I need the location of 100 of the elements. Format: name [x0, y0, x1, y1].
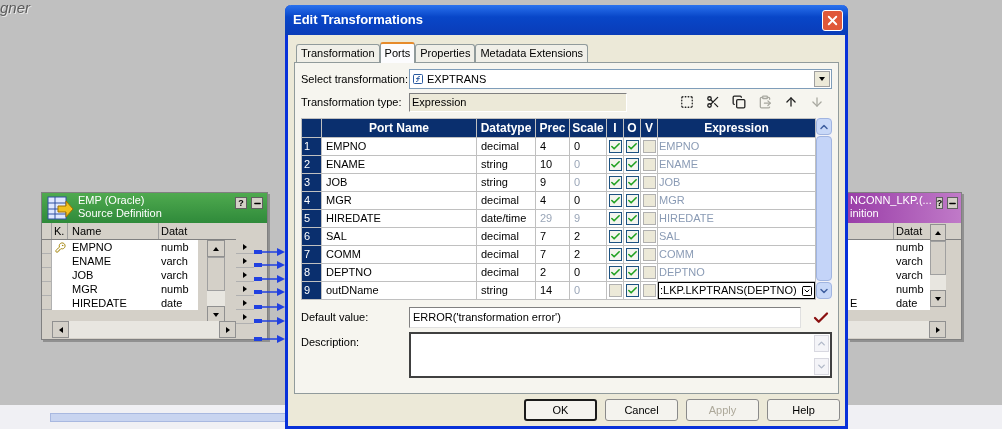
checkbox[interactable] [625, 230, 639, 243]
check-icon [626, 195, 638, 206]
check-icon [609, 141, 621, 152]
check-icon [626, 213, 638, 224]
check-icon [626, 285, 638, 296]
check-icon [609, 159, 621, 170]
column-header[interactable]: Port Name [321, 118, 477, 138]
tab[interactable]: Properties [415, 44, 476, 62]
port-datatype: numb [159, 282, 198, 296]
column-header[interactable]: Datatype [476, 118, 536, 138]
checkbox[interactable] [642, 284, 656, 297]
checkbox[interactable] [625, 194, 639, 207]
link-arrow [254, 275, 285, 283]
port-name: HIREDATE [68, 296, 159, 310]
dialog-button[interactable]: Help [767, 399, 840, 421]
node-title: EMP (Oracle) [78, 194, 146, 207]
column-header[interactable]: Prec [535, 118, 570, 138]
dropdown-arrow-icon [818, 75, 826, 83]
vertical-scrollbar[interactable] [816, 118, 832, 299]
node-subtitle: inition [850, 207, 880, 220]
node-title: NCONN_LKP.(... [850, 194, 932, 207]
description-field[interactable] [408, 332, 832, 378]
column-header[interactable]: K. [52, 223, 68, 239]
checkbox[interactable] [608, 284, 622, 297]
checkbox[interactable] [625, 212, 639, 225]
vertical-scrollbar[interactable] [207, 240, 225, 323]
checkbox[interactable] [608, 194, 622, 207]
port-name: MGR [68, 282, 159, 296]
checkbox[interactable] [608, 266, 622, 279]
link-arrow [254, 288, 285, 296]
tab[interactable]: Metadata Extensions [475, 44, 589, 62]
checkbox[interactable] [642, 266, 656, 279]
checkbox[interactable] [608, 230, 622, 243]
checkbox[interactable] [642, 248, 656, 261]
target-node[interactable]: NCONN_LKP.(... inition ? Datat numb varch varch numb E date [848, 192, 962, 340]
expression-text: COMM [658, 248, 695, 261]
checkbox[interactable] [608, 158, 622, 171]
checkbox[interactable] [608, 248, 622, 261]
checkbox[interactable] [625, 176, 639, 189]
transformation-select[interactable]: EXPTRANS [409, 69, 832, 89]
expression-field[interactable]: :LKP.LKPTRANS(DEPTNO) [658, 282, 815, 299]
checkbox[interactable] [642, 158, 656, 171]
checkbox[interactable] [642, 194, 656, 207]
window-title: Edit Transformations [293, 11, 424, 30]
port-name: EMPNO [68, 240, 159, 254]
scroll-up-icon [816, 338, 827, 349]
checkbox[interactable] [625, 266, 639, 279]
link-arrow [254, 261, 285, 269]
checkbox[interactable] [642, 212, 656, 225]
checkbox[interactable] [625, 158, 639, 171]
column-header[interactable]: Expression [657, 118, 816, 138]
dialog-button[interactable]: OK [524, 399, 597, 421]
close-button[interactable] [822, 9, 843, 31]
tab[interactable]: Ports [379, 42, 416, 63]
horizontal-scrollbar[interactable] [52, 321, 236, 338]
check-icon [609, 213, 621, 224]
vertical-scrollbar[interactable] [930, 224, 946, 307]
help-button[interactable]: ? [935, 197, 944, 209]
source-node[interactable]: EMP (Oracle) Source Definition ? K. Name Datat EMPNO numb ENAME varch JOB varch MGR numb HIREDATE date [41, 192, 268, 340]
column-header[interactable]: Scale [569, 118, 607, 138]
field-label: Description: [301, 335, 361, 350]
expression-text: DEPTNO [658, 266, 706, 279]
check-icon [626, 177, 638, 188]
checkbox[interactable] [642, 176, 656, 189]
checkbox[interactable] [625, 248, 639, 261]
tab[interactable]: Transformation [296, 44, 380, 62]
scroll-right-icon [223, 325, 232, 334]
minimize-button[interactable] [251, 197, 263, 209]
field-label: Select transformation: [301, 71, 409, 87]
port-name: ENAME [68, 254, 159, 268]
default-value-field[interactable]: ERROR('transformation error') [409, 307, 801, 328]
new-button[interactable] [678, 93, 696, 111]
expression-text: EMPNO [658, 140, 701, 153]
copy-button[interactable] [730, 93, 748, 111]
check-icon [626, 231, 638, 242]
checkbox[interactable] [642, 140, 656, 153]
port-name: JOB [68, 268, 159, 282]
checkbox[interactable] [625, 140, 639, 153]
checkbox[interactable] [642, 230, 656, 243]
field-label: Transformation type: [301, 94, 403, 110]
checkbox[interactable] [608, 140, 622, 153]
horizontal-scrollbar[interactable] [848, 321, 946, 338]
check-icon [609, 249, 621, 260]
dialog-button[interactable]: Cancel [605, 399, 678, 421]
checkbox[interactable] [608, 176, 622, 189]
check-icon [626, 267, 638, 278]
minimize-button[interactable] [947, 197, 959, 209]
port-datatype: numb [894, 240, 930, 254]
transformation-type-field[interactable]: Expression [409, 92, 627, 112]
scroll-down-icon [212, 310, 220, 319]
check-icon [609, 231, 621, 242]
scroll-right-icon [933, 325, 942, 334]
port-datatype: numb [894, 282, 930, 296]
check-icon [609, 177, 621, 188]
help-button[interactable]: ? [235, 197, 247, 209]
node-subtitle: Source Definition [78, 207, 163, 220]
checkbox[interactable] [608, 212, 622, 225]
check-icon [609, 195, 621, 206]
checkbox[interactable] [625, 284, 639, 297]
expression-text: SAL [658, 230, 681, 243]
